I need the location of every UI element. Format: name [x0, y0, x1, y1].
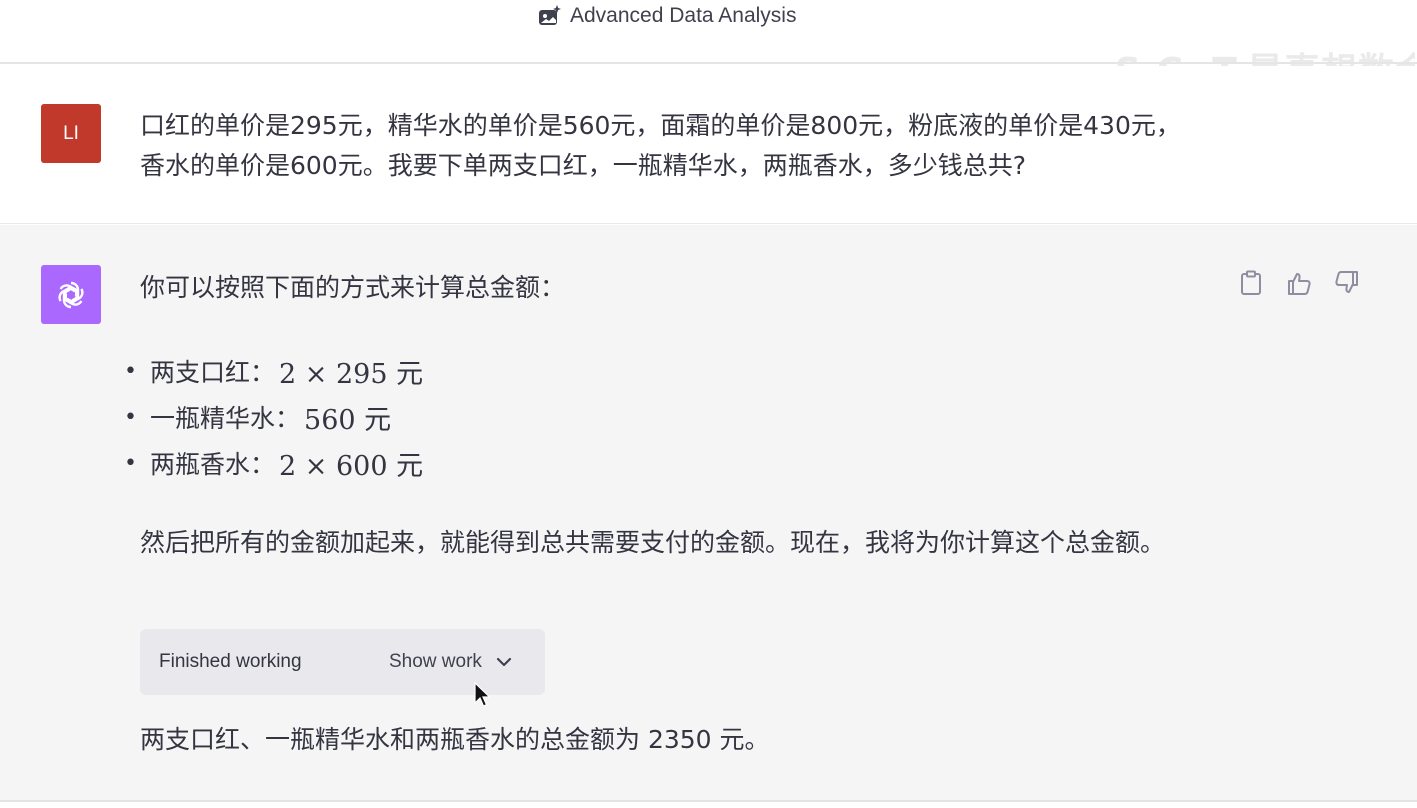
user-avatar: LI — [41, 104, 101, 163]
list-item: • 两瓶香水： 2 × 600 元 — [124, 440, 423, 486]
assistant-paragraph: 然后把所有的金额加起来，就能得到总共需要支付的金额。现在，我将为你计算这个总金额… — [140, 528, 1166, 557]
item-label: 两支口红： — [150, 358, 276, 387]
user-message-text: 口红的单价是295元，精华水的单价是560元，面霜的单价是800元，粉底液的单价… — [140, 111, 1181, 180]
list-item: • 两支口红： 2 × 295 元 — [124, 348, 423, 394]
item-expression: 560 元 — [304, 404, 392, 436]
item-label: 一瓶精华水： — [150, 404, 301, 433]
assistant-intro-text: 你可以按照下面的方式来计算总金额： — [140, 273, 566, 302]
model-label-text: Advanced Data Analysis — [570, 4, 797, 27]
chevron-down-icon — [496, 657, 512, 667]
list-item: • 一瓶精华水： 560 元 — [124, 394, 423, 440]
bullet-icon: • — [124, 404, 137, 430]
thumbs-down-button[interactable] — [1334, 268, 1360, 298]
copy-button[interactable] — [1238, 268, 1264, 298]
item-expression: 2 × 600 元 — [279, 450, 424, 482]
assistant-message-row — [0, 225, 1417, 801]
image-sparkle-icon — [539, 5, 561, 25]
assistant-answer: 两支口红、一瓶精华水和两瓶香水的总金额为 2350 元。 — [140, 725, 770, 754]
bullet-icon: • — [124, 358, 137, 384]
show-work-label: Show work — [389, 651, 482, 672]
message-actions — [1238, 268, 1360, 298]
thumbs-up-button[interactable] — [1286, 268, 1312, 298]
thumbs-up-icon — [1288, 273, 1311, 295]
clipboard-icon — [1241, 270, 1261, 295]
divider — [0, 800, 1417, 808]
show-work-button[interactable]: Show work — [389, 647, 512, 677]
thumbs-down-icon — [1335, 271, 1358, 293]
openai-logo-icon — [58, 281, 84, 308]
mouse-cursor-icon — [474, 682, 491, 707]
work-status-text: Finished working — [159, 651, 302, 672]
top-bar: Advanced Data Analysis S.C. T.是真想数会 — [0, 0, 1417, 92]
calculation-list: • 两支口红： 2 × 295 元 • 一瓶精华水： 560 元 • 两瓶香水：… — [124, 348, 423, 486]
bullet-icon: • — [124, 450, 137, 476]
assistant-avatar — [41, 265, 101, 324]
model-label[interactable]: Advanced Data Analysis — [538, 3, 796, 29]
item-label: 两瓶香水： — [150, 450, 276, 479]
item-expression: 2 × 295 元 — [279, 358, 424, 390]
